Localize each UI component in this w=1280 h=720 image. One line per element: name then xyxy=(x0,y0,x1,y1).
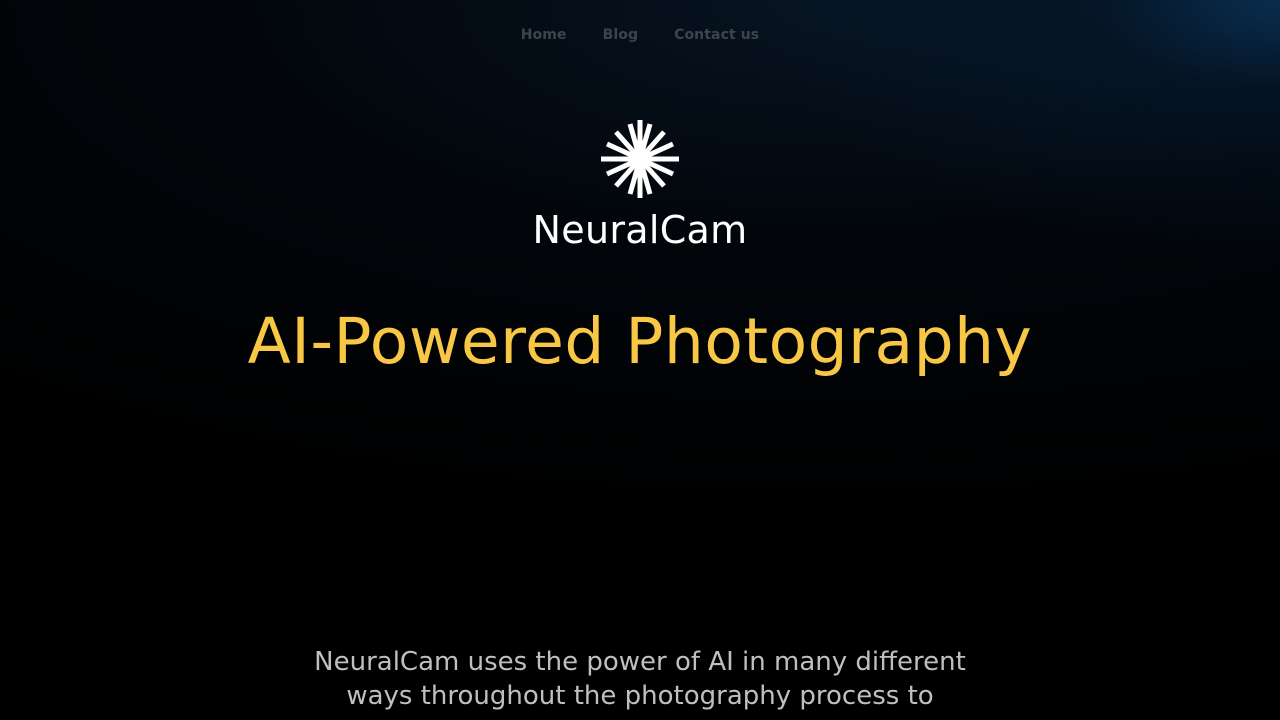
top-nav: Home Blog Contact us xyxy=(0,27,1280,43)
hero-title: AI-Powered Photography xyxy=(247,305,1033,378)
brand-name: NeuralCam xyxy=(532,208,748,252)
starburst-icon xyxy=(601,120,679,198)
hero-description: NeuralCam uses the power of AI in many d… xyxy=(314,647,966,711)
nav-link-contact[interactable]: Contact us xyxy=(674,27,759,43)
landing-page: Home Blog Contact us NeuralCam AI-Powere… xyxy=(0,0,1280,720)
nav-link-blog[interactable]: Blog xyxy=(603,27,639,43)
nav-link-home[interactable]: Home xyxy=(521,27,567,43)
